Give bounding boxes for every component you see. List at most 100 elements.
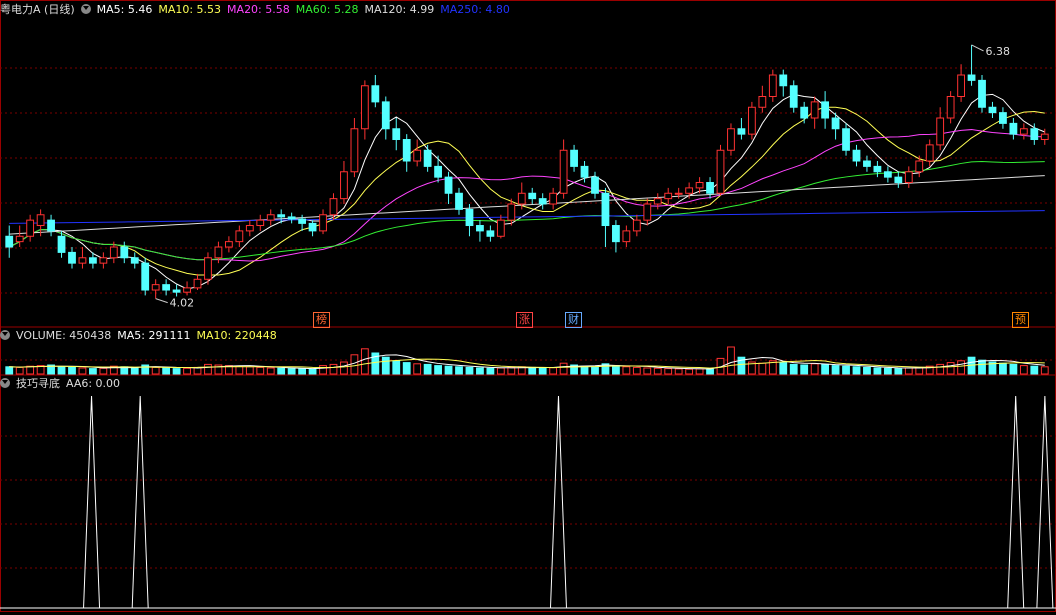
volume-bar (1009, 363, 1018, 375)
volume-bar (496, 367, 505, 375)
candle-body (204, 257, 212, 280)
indicator-spike (1036, 395, 1054, 609)
candle-body (591, 176, 599, 194)
volume-bar (904, 367, 913, 375)
ma20-line (9, 129, 1045, 262)
dropdown-icon[interactable] (80, 4, 91, 14)
volume-bar (653, 367, 662, 375)
high-marker: 6.38 (986, 45, 1011, 58)
dropdown-icon[interactable] (0, 330, 10, 340)
candle-body (298, 218, 307, 224)
candle-body (151, 284, 160, 291)
volume-bar (444, 365, 453, 375)
candle-body (444, 176, 453, 194)
volume-bar (392, 360, 401, 375)
candle-body (946, 96, 955, 119)
volume-bar (852, 366, 861, 375)
candle-body (737, 128, 746, 135)
volume-bar (245, 366, 254, 375)
security-title: 粤电力A (日线) (0, 3, 75, 16)
event-tag[interactable]: 财 (565, 312, 582, 328)
candle-body (988, 106, 997, 114)
volume-bar (183, 367, 191, 375)
candle-body (716, 149, 725, 194)
event-tag[interactable]: 预 (1012, 312, 1029, 328)
candle-body (925, 144, 934, 162)
chart-stage: 6.38 4.02 粤电力A (日线) MA5: 5.46 MA10: 5.53 MA2… (0, 0, 1056, 612)
volume-bar (402, 362, 411, 375)
volume-bar (329, 363, 338, 375)
candle-body (99, 257, 108, 264)
chart-frame (0, 0, 1056, 612)
candle-body (381, 101, 390, 130)
volume-bar (68, 366, 76, 375)
volume-bar (15, 366, 24, 375)
candle-body (580, 165, 589, 178)
candle-body (130, 257, 139, 264)
dropdown-icon[interactable] (0, 378, 10, 388)
candle-body (277, 214, 286, 218)
ma10-line (9, 106, 1045, 276)
candle-body (653, 198, 662, 205)
volume-bar (204, 363, 212, 375)
volume-bar (266, 367, 275, 375)
candle-body (517, 192, 526, 205)
volume-bar (873, 367, 882, 375)
candle-body (245, 225, 254, 232)
volume-bar (172, 368, 181, 375)
ma-legend-item: MA120: 4.99 (364, 3, 435, 16)
candle-body (821, 101, 830, 119)
candle-body (36, 214, 45, 227)
chart-canvas: 6.38 4.02 (0, 0, 1056, 612)
volume-bar (706, 368, 714, 375)
volume-bar (151, 366, 160, 375)
candle-body (141, 262, 150, 291)
candle-body (89, 257, 97, 264)
candle-body (224, 241, 233, 248)
candle-body (894, 176, 903, 184)
candle-body (507, 203, 516, 221)
candle-body (779, 74, 788, 87)
candle-body (538, 198, 547, 205)
candle-body (120, 246, 129, 259)
candle-body (287, 216, 296, 220)
candle-body (235, 230, 244, 243)
candle-body (612, 225, 620, 243)
volume-bar (298, 368, 307, 375)
event-tag[interactable]: 榜 (313, 312, 330, 328)
volume-bar (1019, 365, 1028, 375)
volume-bar (78, 367, 87, 375)
volume-bar (727, 346, 735, 375)
event-tag[interactable]: 涨 (516, 312, 533, 328)
ma-legend-item: MA5: 5.46 (96, 3, 153, 16)
candle-body (476, 225, 484, 232)
candle-body (193, 278, 202, 289)
candle-body (423, 149, 432, 167)
candle-body (915, 160, 924, 173)
indicator-header: 技巧寻底 AA6: 0.00 (0, 377, 126, 391)
volume-bar (5, 366, 14, 375)
volume-bar (465, 366, 474, 375)
candle-body (266, 214, 275, 221)
candle-body (413, 149, 422, 162)
volume-bar (57, 366, 66, 375)
indicator-spike (83, 395, 101, 609)
candle-body (486, 230, 495, 237)
candle-body (1040, 133, 1049, 141)
volume-bar (894, 368, 903, 375)
candle-body (758, 96, 767, 108)
volume-bar (946, 362, 955, 375)
candle-body (967, 74, 976, 81)
candle-body (360, 85, 369, 130)
volume-bar (643, 367, 652, 375)
candle-body (852, 149, 861, 162)
candle-body (1019, 128, 1028, 135)
volume-ma5: MA5: 291111 (117, 329, 191, 342)
volume-bar (340, 361, 348, 375)
candle-body (15, 235, 24, 243)
candle-body (329, 198, 338, 216)
volume-bar (434, 365, 442, 375)
candle-body (695, 182, 704, 189)
volume-bar (308, 368, 317, 375)
indicator-spike (131, 395, 149, 609)
